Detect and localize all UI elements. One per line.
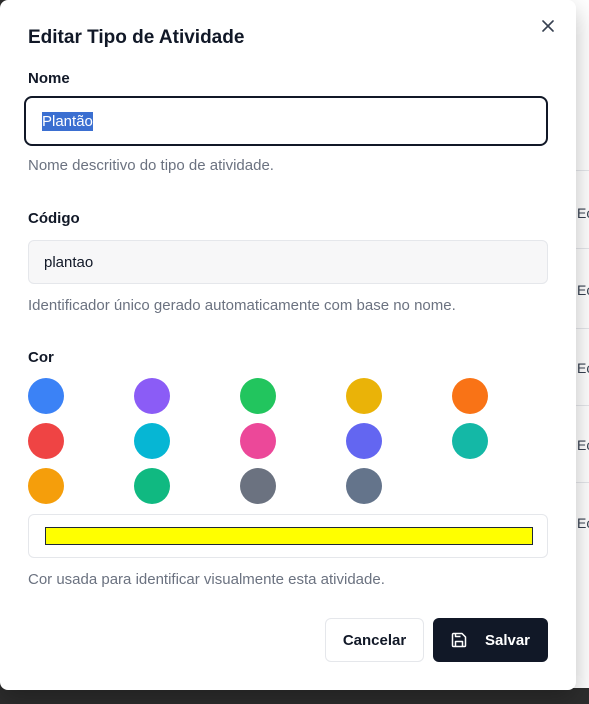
color-swatch[interactable] xyxy=(346,423,382,459)
save-button[interactable]: Salvar xyxy=(433,618,548,662)
close-button[interactable] xyxy=(537,15,559,37)
color-swatch[interactable] xyxy=(346,468,382,504)
code-help-text: Identificador único gerado automaticamen… xyxy=(28,297,456,314)
color-swatch[interactable] xyxy=(134,423,170,459)
name-label: Nome xyxy=(28,70,70,87)
color-swatch[interactable] xyxy=(134,378,170,414)
color-swatch[interactable] xyxy=(240,378,276,414)
color-label: Cor xyxy=(28,349,54,366)
color-swatch[interactable] xyxy=(134,468,170,504)
dialog-title: Editar Tipo de Atividade xyxy=(28,27,245,48)
name-input-value: Plantão xyxy=(42,111,93,131)
color-picker-field[interactable] xyxy=(28,514,548,558)
name-help-text: Nome descritivo do tipo de atividade. xyxy=(28,157,274,174)
table-cell: Ec xyxy=(577,360,589,376)
color-swatch[interactable] xyxy=(346,378,382,414)
color-swatch[interactable] xyxy=(28,378,64,414)
overlay-edge xyxy=(0,688,589,704)
table-cell: Ec xyxy=(577,205,589,221)
color-help-text: Cor usada para identificar visualmente e… xyxy=(28,571,385,588)
selected-color-preview[interactable] xyxy=(45,527,533,545)
save-button-label: Salvar xyxy=(484,631,531,649)
table-cell: Ec xyxy=(577,437,589,453)
color-swatch[interactable] xyxy=(452,378,488,414)
table-cell: Ec xyxy=(577,515,589,531)
color-swatch[interactable] xyxy=(28,468,64,504)
code-label: Código xyxy=(28,210,80,227)
color-swatch[interactable] xyxy=(452,423,488,459)
save-icon xyxy=(451,632,467,648)
name-input[interactable]: Plantão xyxy=(24,96,548,146)
cancel-button[interactable]: Cancelar xyxy=(325,618,424,662)
table-cell: Ec xyxy=(577,282,589,298)
code-input-value: plantao xyxy=(44,253,94,271)
color-swatch[interactable] xyxy=(28,423,64,459)
code-input[interactable]: plantao xyxy=(28,240,548,284)
color-swatch[interactable] xyxy=(240,468,276,504)
edit-activity-type-dialog: Editar Tipo de Atividade Nome Plantão No… xyxy=(0,0,576,690)
color-swatch[interactable] xyxy=(240,423,276,459)
close-icon xyxy=(542,20,554,32)
